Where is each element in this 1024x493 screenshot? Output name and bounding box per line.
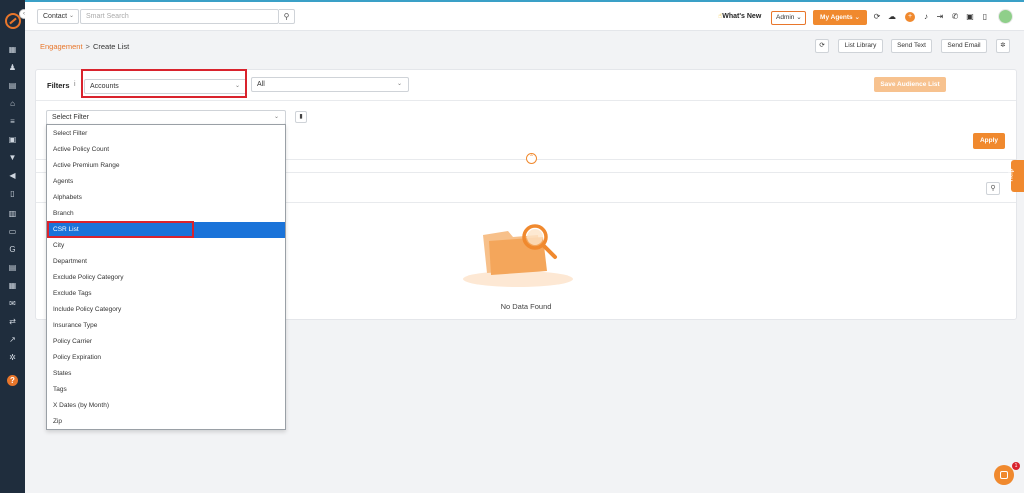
list-icon[interactable]: ≡: [8, 117, 17, 126]
users-icon[interactable]: ♟: [8, 63, 17, 72]
cloud-icon[interactable]: ☁: [887, 12, 897, 22]
sidebar: ‹ ▦ ♟ ▤ ⌂ ≡ ▣ ▼ ◀ ▯ ▥ ▭ G ▤ ▦ ✉ ⇄ ↗ ✲ ?: [0, 0, 29, 493]
bell-icon[interactable]: ♪: [921, 12, 931, 22]
list-library-button[interactable]: List Library: [838, 39, 883, 53]
file-icon[interactable]: ▯: [8, 189, 17, 198]
search-icon[interactable]: ⚲: [279, 9, 295, 24]
google-icon[interactable]: G: [8, 245, 17, 254]
dropdown-option[interactable]: Department: [47, 254, 285, 270]
trash-icon[interactable]: ▮: [295, 111, 307, 123]
dropdown-option[interactable]: Policy Expiration: [47, 350, 285, 366]
avatar[interactable]: [998, 9, 1013, 24]
add-icon[interactable]: +: [905, 12, 915, 22]
admin-label: Admin: [776, 14, 795, 21]
filter-dropdown-list: Select Filter Active Policy Count Active…: [46, 124, 286, 430]
save-audience-list-button[interactable]: Save Audience List: [874, 77, 946, 92]
whats-new-label: What's New: [722, 13, 762, 20]
help-side-tab[interactable]: Help: [1008, 160, 1024, 192]
apply-button[interactable]: Apply: [973, 133, 1005, 149]
search-icon[interactable]: ⚲: [986, 182, 1000, 195]
dropdown-option[interactable]: X Dates (by Month): [47, 398, 285, 414]
integration-icon[interactable]: ⇄: [8, 317, 17, 326]
chat-icon[interactable]: [994, 465, 1014, 485]
dropdown-option[interactable]: Tags: [47, 382, 285, 398]
filters-label: Filters: [47, 81, 70, 90]
collapse-toggle-icon[interactable]: ⌃: [526, 153, 537, 164]
top-bar: Contact ⌄ Smart Search ⚲ ☝What's New Adm…: [25, 0, 1024, 31]
send-email-button[interactable]: Send Email: [941, 39, 987, 53]
device-icon[interactable]: ▯: [980, 12, 990, 22]
highlight-box-csr-list: [47, 221, 194, 238]
my-agents-button[interactable]: My Agents ⌄: [813, 10, 867, 25]
dropdown-option[interactable]: Active Policy Count: [47, 142, 285, 158]
chevron-down-icon: ⌄: [396, 81, 402, 87]
dropdown-option[interactable]: Alphabets: [47, 190, 285, 206]
dropdown-option[interactable]: Include Policy Category: [47, 302, 285, 318]
scope-select[interactable]: All ⌄: [251, 77, 409, 92]
phone-icon[interactable]: ✆: [950, 12, 960, 22]
reports-icon[interactable]: ▥: [8, 209, 17, 218]
megaphone-icon[interactable]: ◀: [8, 171, 17, 180]
breadcrumb-engagement[interactable]: Engagement: [40, 42, 83, 51]
mail-icon[interactable]: ✉: [8, 299, 17, 308]
breadcrumb: Engagement > Create List: [40, 42, 129, 51]
dropdown-option[interactable]: Select Filter: [47, 126, 285, 142]
send-text-button[interactable]: Send Text: [891, 39, 932, 53]
no-data-illustration: [463, 224, 573, 287]
breadcrumb-separator: >: [85, 42, 90, 51]
settings-icon[interactable]: ✲: [8, 353, 17, 362]
calendar-icon[interactable]: ▦: [8, 281, 17, 290]
help-icon[interactable]: ?: [7, 375, 18, 386]
dropdown-option[interactable]: Exclude Policy Category: [47, 270, 285, 286]
chevron-down-icon: ⌄: [68, 13, 74, 19]
calculator-icon[interactable]: ▣: [8, 135, 17, 144]
smart-search-input[interactable]: Smart Search: [80, 9, 279, 24]
dropdown-option[interactable]: Zip: [47, 414, 285, 430]
page-title: Create List: [92, 42, 130, 51]
refresh-icon[interactable]: ⟳: [872, 12, 882, 22]
info-icon[interactable]: i: [74, 81, 76, 88]
chip-icon[interactable]: ▣: [965, 12, 975, 22]
chevron-down-icon: ⌄: [273, 114, 279, 120]
analytics-icon[interactable]: ↗: [8, 335, 17, 344]
dropdown-option[interactable]: City: [47, 238, 285, 254]
refresh-list-button[interactable]: ⟳: [815, 39, 829, 53]
my-agents-label: My Agents: [820, 14, 853, 21]
contact-type-select[interactable]: Contact ⌄: [37, 9, 79, 24]
chevron-down-icon: ⌄: [796, 14, 802, 21]
dropdown-option[interactable]: Agents: [47, 174, 285, 190]
highlight-box-accounts: [81, 69, 247, 98]
dropdown-option[interactable]: Active Premium Range: [47, 158, 285, 174]
whats-new-link[interactable]: ☝What's New: [718, 12, 761, 20]
logout-icon[interactable]: ⇥: [935, 12, 945, 22]
notes-icon[interactable]: ▤: [8, 263, 17, 272]
dashboard-icon[interactable]: ▦: [8, 45, 17, 54]
folder-icon[interactable]: ▭: [8, 227, 17, 236]
scope-value: All: [257, 81, 265, 88]
help-tab-label: Help: [1008, 168, 1015, 182]
funnel-icon[interactable]: ▼: [8, 153, 17, 162]
dropdown-option[interactable]: Policy Carrier: [47, 334, 285, 350]
dropdown-option[interactable]: States: [47, 366, 285, 382]
filter-select-value: Select Filter: [52, 114, 89, 121]
chat-badge: 1: [1012, 462, 1020, 470]
dropdown-option[interactable]: Exclude Tags: [47, 286, 285, 302]
dropdown-option[interactable]: Branch: [47, 206, 285, 222]
bank-icon[interactable]: ⌂: [8, 99, 17, 108]
role-select[interactable]: Admin ⌄: [771, 11, 806, 25]
gear-icon[interactable]: ✲: [996, 39, 1010, 53]
documents-icon[interactable]: ▤: [8, 81, 17, 90]
contact-select-label: Contact: [43, 13, 68, 20]
dropdown-option[interactable]: Insurance Type: [47, 318, 285, 334]
filter-select[interactable]: Select Filter ⌄: [46, 110, 286, 125]
